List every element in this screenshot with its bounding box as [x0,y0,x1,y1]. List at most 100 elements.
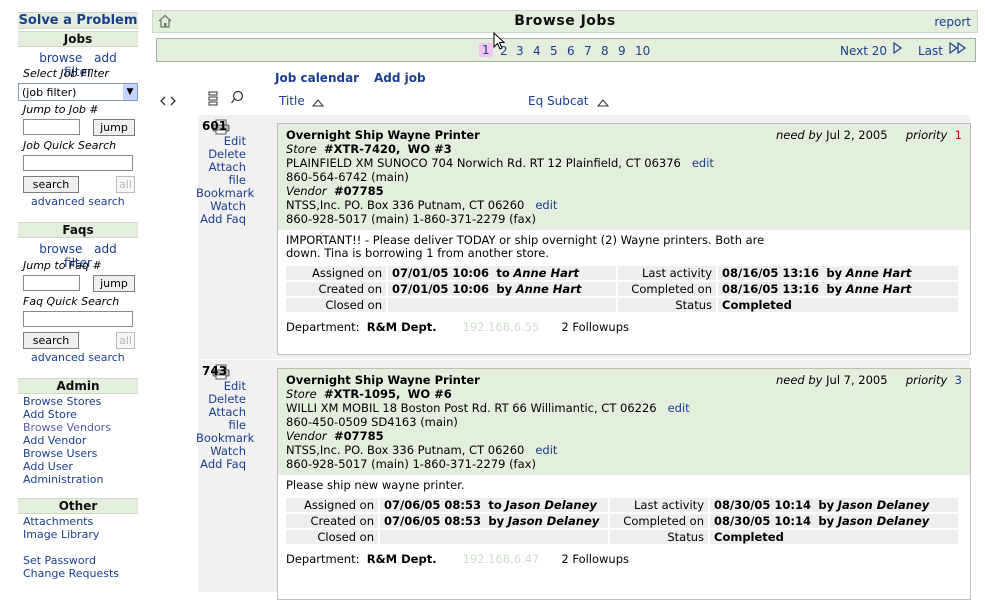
last-link[interactable]: Last [918,44,943,58]
faqs-add-link[interactable]: add [94,242,117,256]
work-order: WO #6 [407,387,452,401]
priority-label: priority [905,373,948,387]
sort-ascending-icon[interactable] [311,97,325,110]
browse-stores-link[interactable]: Browse Stores [23,395,111,408]
created-prep: by [488,514,505,528]
followups-count[interactable]: 2 Followups [561,320,629,334]
job-all-button[interactable]: all [116,176,135,193]
attachments-link[interactable]: Attachments [23,515,99,528]
attach-file-link[interactable]: Attach file [196,406,246,432]
next-20-link[interactable]: Next 20 [840,44,887,58]
sort-ascending-icon[interactable] [596,97,610,110]
image-library-link[interactable]: Image Library [23,528,99,541]
other-section-title: Other [18,498,138,514]
admin-section-title: Admin [18,378,138,394]
job-advanced-search-link[interactable]: advanced search [31,195,125,208]
page-5-link[interactable]: 5 [550,44,558,58]
assigned-date: 07/06/05 08:53 [384,498,482,512]
page-9-link[interactable]: 9 [618,44,626,58]
job-title[interactable]: Overnight Ship Wayne Printer [286,373,480,387]
job-filter-select[interactable]: (job filter) ▼ [18,83,138,101]
status-label: Status [618,298,716,312]
page-1-link[interactable]: 1 [479,43,493,57]
jump-job-button[interactable]: jump [93,119,135,136]
administration-link[interactable]: Administration [23,473,111,486]
jobs-browse-link[interactable]: browse [39,51,82,65]
add-store-link[interactable]: Add Store [23,408,111,421]
faqs-section-title: Faqs [18,222,138,238]
attach-file-link[interactable]: Attach file [196,161,246,187]
job-calendar-link[interactable]: Job calendar [275,71,359,85]
ip-address: 192.168.6.55 [462,320,540,334]
solve-problem-link[interactable]: Solve a Problem [18,12,138,29]
last-arrow-icon[interactable] [949,41,967,57]
completed-user: Jason Delaney [837,514,930,528]
assigned-prep: to [496,266,510,280]
add-user-link[interactable]: Add User [23,460,111,473]
job-number[interactable]: 601 [202,119,227,133]
job-status-table: Assigned on 07/06/05 08:53 to Jason Dela… [284,496,960,546]
comment-icon[interactable] [230,90,244,107]
assigned-user: Jason Delaney [505,498,597,512]
browse-users-link[interactable]: Browse Users [23,447,111,460]
vendor-phone: 860-928-5017 (main) 1-860-371-2279 (fax) [286,212,536,226]
faq-advanced-search-link[interactable]: advanced search [31,351,125,364]
job-quick-search-label: Job Quick Search [23,139,117,152]
title-column-header[interactable]: Title [279,94,305,108]
last-activity-date: 08/16/05 13:16 [722,266,820,280]
edit-vendor-link[interactable]: edit [535,198,557,212]
eq-subcat-column-header[interactable]: Eq Subcat [528,94,589,108]
closed-label: Closed on [286,298,386,312]
chevron-down-icon[interactable]: ▼ [123,84,137,100]
add-vendor-link[interactable]: Add Vendor [23,434,111,447]
add-faq-link[interactable]: Add Faq [196,458,246,471]
last-activity-date: 08/30/05 10:14 [714,498,812,512]
completed-user: Anne Hart [845,282,912,296]
expand-collapse-icon[interactable] [160,96,176,109]
page-7-link[interactable]: 7 [584,44,592,58]
need-by-date: Jul 2, 2005 [826,128,888,142]
store-id: #XTR-1095, [323,387,401,401]
change-requests-link[interactable]: Change Requests [23,567,119,580]
add-faq-link[interactable]: Add Faq [196,213,246,226]
faqs-browse-link[interactable]: browse [39,242,82,256]
list-view-icon[interactable] [208,91,218,110]
created-user: Jason Delaney [507,514,600,528]
vendor-label: Vendor [286,429,327,443]
report-link[interactable]: report [934,15,971,29]
faq-quick-search-input[interactable] [23,311,133,327]
closed-date [388,298,616,312]
page-10-link[interactable]: 10 [635,44,650,58]
job-quick-search-input[interactable] [23,155,133,171]
job-description: Please ship new wayne printer. [286,478,465,492]
page-4-link[interactable]: 4 [533,44,541,58]
jobs-add-link[interactable]: add [94,51,117,65]
job-number[interactable]: 743 [202,364,227,378]
set-password-link[interactable]: Set Password [23,554,119,567]
created-date: 07/01/05 10:06 [392,282,490,296]
jump-job-input[interactable] [23,119,80,135]
job-description: IMPORTANT!! - Please deliver TODAY or sh… [286,233,765,260]
add-job-link[interactable]: Add job [374,71,426,85]
jump-faq-input[interactable] [23,275,80,291]
store-label: Store [286,387,317,401]
page-8-link[interactable]: 8 [601,44,609,58]
completed-prep: by [826,282,843,296]
faq-all-button[interactable]: all [116,332,135,349]
job-search-button[interactable]: search [23,176,79,193]
browse-vendors-link[interactable]: Browse Vendors [23,421,111,434]
page-6-link[interactable]: 6 [567,44,575,58]
job-title[interactable]: Overnight Ship Wayne Printer [286,128,480,142]
next-arrow-icon[interactable] [893,41,903,57]
jump-faq-button[interactable]: jump [93,275,135,292]
page-3-link[interactable]: 3 [516,44,524,58]
jump-faq-label: Jump to Faq # [23,259,102,272]
pager: 1 2 3 4 5 6 7 8 9 10 Next 20 Last [156,38,976,62]
edit-store-link[interactable]: edit [668,401,690,415]
closed-date [380,530,608,544]
followups-count[interactable]: 2 Followups [561,552,629,566]
created-user: Anne Hart [515,282,582,296]
faq-search-button[interactable]: search [23,332,79,349]
edit-store-link[interactable]: edit [692,156,714,170]
edit-vendor-link[interactable]: edit [535,443,557,457]
